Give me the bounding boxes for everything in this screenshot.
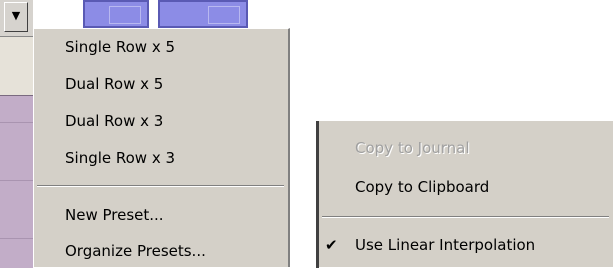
menu-item-dual-row-x5[interactable]: Dual Row x 5 bbox=[34, 69, 288, 99]
background-window: ▼ bbox=[0, 0, 33, 268]
menu-item-copy-to-clipboard[interactable]: Copy to Clipboard bbox=[316, 172, 613, 202]
chevron-down-icon: ▼ bbox=[11, 9, 21, 22]
layout-preview-tiles bbox=[33, 0, 278, 30]
menu-item-single-row-x5[interactable]: Single Row x 5 bbox=[34, 32, 288, 62]
checkmark-icon: ✔ bbox=[325, 236, 338, 254]
background-panel bbox=[0, 95, 33, 268]
menu-item-dual-row-x3[interactable]: Dual Row x 3 bbox=[34, 106, 288, 136]
preset-menu: Single Row x 5 Dual Row x 5 Dual Row x 3… bbox=[33, 28, 290, 267]
menu-item-new-preset[interactable]: New Preset... bbox=[34, 200, 288, 230]
menu-item-organize-presets[interactable]: Organize Presets... bbox=[34, 236, 288, 266]
menu-item-label: Use Linear Interpolation bbox=[355, 236, 536, 254]
menu-item-copy-to-journal[interactable]: Copy to Journal bbox=[316, 133, 613, 163]
panel-gridline bbox=[0, 180, 33, 181]
panel-gridline bbox=[0, 122, 33, 123]
menu-item-single-row-x3[interactable]: Single Row x 3 bbox=[34, 143, 288, 173]
menu-item-use-linear-interpolation[interactable]: ✔ Use Linear Interpolation bbox=[316, 230, 613, 260]
layout-tile[interactable] bbox=[158, 0, 248, 28]
layout-tile[interactable] bbox=[83, 0, 149, 28]
preset-dropdown-button[interactable]: ▼ bbox=[4, 2, 28, 32]
context-menu: Copy to Journal Copy to Clipboard ✔ Use … bbox=[315, 120, 613, 268]
menu-separator bbox=[322, 216, 609, 218]
menu-separator bbox=[37, 185, 284, 187]
panel-gridline bbox=[0, 238, 33, 239]
